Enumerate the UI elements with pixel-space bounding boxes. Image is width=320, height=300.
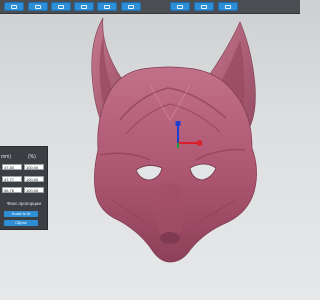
scale-z-field[interactable]: 100,00 [24,187,44,193]
units-header: mm) [1,154,11,160]
settings-icon[interactable] [218,2,238,11]
paint-icon[interactable] [170,2,190,11]
folder-icon[interactable] [28,2,48,11]
size-x-field[interactable]: 47.85 [2,164,22,170]
fullscreen-icon-glyph [201,4,207,9]
reset-button[interactable]: Сброс [4,220,38,226]
layers-icon[interactable] [121,2,141,11]
window-icon-glyph [104,4,110,9]
fullscreen-icon[interactable] [194,2,214,11]
scale-x-field[interactable]: 100,00 [24,164,44,170]
grid-icon[interactable] [4,2,24,11]
paint-icon-glyph [177,4,183,9]
folder-icon-glyph [35,4,41,9]
row-x-label: . [0,165,2,170]
percent-header: (%) [28,154,36,160]
zoom-icon[interactable] [51,2,71,11]
fix-proportions-label[interactable]: Фикс.пропорции [0,201,48,206]
zoom-icon-glyph [58,4,64,9]
window-icon[interactable] [97,2,117,11]
mask-nose [160,232,180,244]
settings-icon-glyph [225,4,231,9]
layers-icon-glyph [128,4,134,9]
size-y-field[interactable]: 47.77 [2,176,22,182]
scale-panel: mm) (%) . 47.85 100,00 47.77 100,00 56.7… [0,146,48,230]
grid-icon-glyph [11,4,17,9]
size-z-field[interactable]: 56.76 [2,187,22,193]
move-icon-glyph [81,4,87,9]
top-toolbar [0,0,300,14]
scale-y-field[interactable]: 100,00 [24,176,44,182]
scale-to-fit-button[interactable]: Scale to fit [4,211,38,217]
move-icon[interactable] [74,2,94,11]
